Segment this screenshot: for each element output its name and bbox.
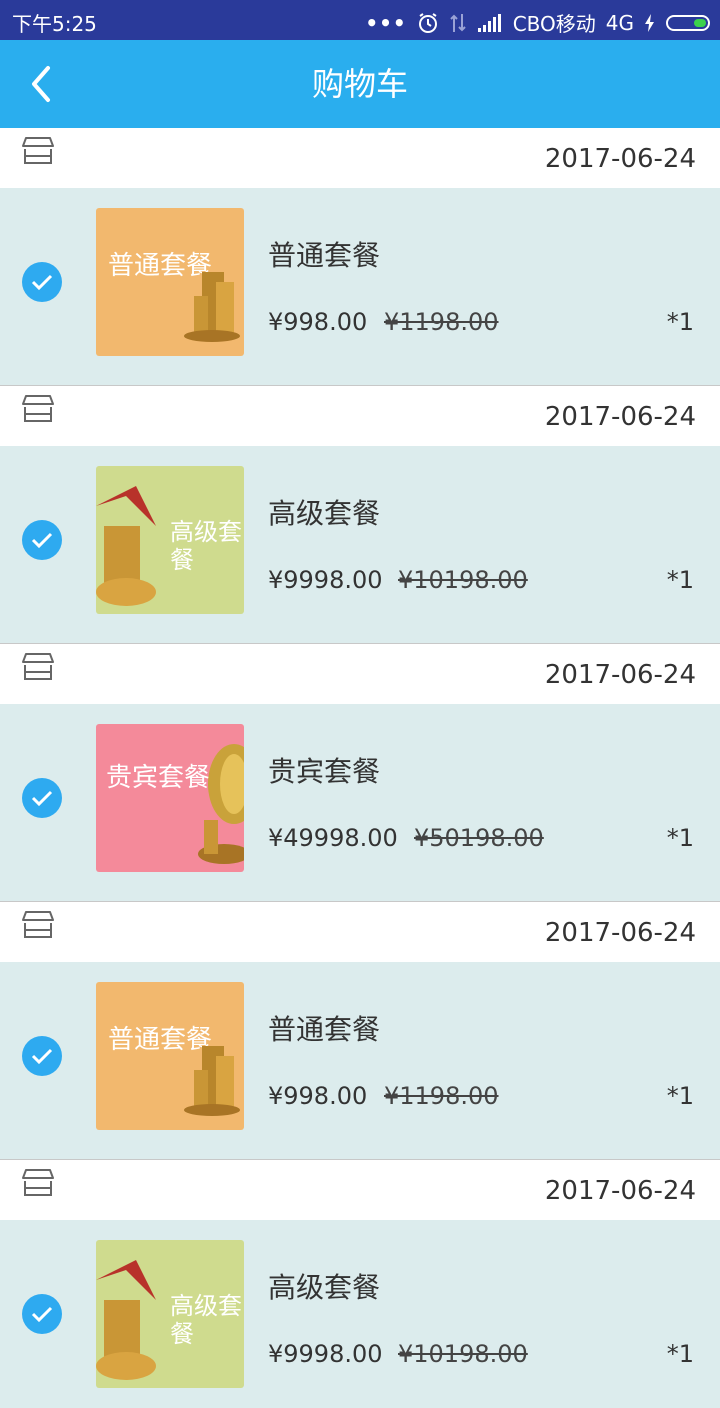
original-price: ¥10198.00 [398, 1340, 528, 1368]
product-quantity: *1 [666, 566, 694, 594]
store-icon [22, 395, 54, 422]
golden-globe-image [198, 744, 244, 864]
group-header: 2017-06-24 [0, 644, 720, 704]
thumbnail-label: 高级套餐 [170, 1292, 242, 1348]
product-thumbnail[interactable]: 普通套餐 [96, 982, 244, 1130]
charging-icon [645, 13, 654, 32]
page-title: 购物车 [311, 65, 408, 103]
original-price: ¥10198.00 [398, 566, 528, 594]
store-icon [22, 1169, 54, 1196]
order-date: 2017-06-24 [544, 1176, 696, 1206]
product-thumbnail[interactable]: 高级套餐 [96, 1240, 244, 1388]
gold-coins-image [96, 1260, 156, 1380]
product-thumbnail[interactable]: 普通套餐 [96, 208, 244, 356]
divider [0, 1150, 720, 1160]
checkmark-icon [31, 790, 53, 807]
carrier-name: CBO移动 [512, 12, 596, 36]
product-thumbnail[interactable]: 高级套餐 [96, 466, 244, 614]
cart-item[interactable]: 高级套餐 高级套餐 ¥9998.00 ¥10198.00 *1 [0, 1220, 720, 1408]
product-quantity: *1 [666, 1082, 694, 1110]
status-time: 下午5:25 [12, 12, 97, 36]
checkbox-checked[interactable] [22, 1294, 62, 1334]
gold-bars-image [184, 272, 240, 342]
thumbnail-label: 高级套餐 [170, 518, 242, 574]
product-name: 普通套餐 [268, 1013, 381, 1046]
checkmark-icon [31, 532, 53, 549]
checkbox-checked[interactable] [22, 262, 62, 302]
gold-coins-image [96, 486, 156, 606]
group-header: 2017-06-24 [0, 902, 720, 962]
app-header: 购物车 [0, 40, 720, 128]
cart-list: 2017-06-24 普通套餐 普通套餐 ¥998.00 ¥1198.00 *1… [0, 128, 720, 1408]
product-name: 普通套餐 [268, 239, 381, 272]
data-transfer-icon [449, 13, 466, 32]
alarm-icon [418, 12, 437, 33]
store-icon [22, 653, 54, 680]
gold-bars-image [184, 1046, 240, 1116]
product-price: ¥998.00 [268, 1082, 368, 1110]
checkbox-checked[interactable] [22, 520, 62, 560]
group-header: 2017-06-24 [0, 386, 720, 446]
original-price: ¥1198.00 [384, 308, 499, 336]
status-icons: ••• CBO移动 4G [365, 8, 710, 37]
order-date: 2017-06-24 [544, 660, 696, 690]
order-date: 2017-06-24 [544, 402, 696, 432]
product-price: ¥998.00 [268, 308, 368, 336]
cart-item[interactable]: 贵宾套餐 贵宾套餐 ¥49998.00 ¥50198.00 *1 [0, 704, 720, 892]
cart-group: 2017-06-24 普通套餐 普通套餐 ¥998.00 ¥1198.00 *1 [0, 128, 720, 386]
cart-group: 2017-06-24 贵宾套餐 贵宾套餐 ¥49998.00 ¥50198.00… [0, 644, 720, 902]
product-name: 贵宾套餐 [268, 755, 381, 788]
product-price: ¥49998.00 [268, 824, 398, 852]
product-name: 高级套餐 [268, 497, 381, 530]
checkmark-icon [31, 1048, 53, 1065]
cart-item[interactable]: 普通套餐 普通套餐 ¥998.00 ¥1198.00 *1 [0, 188, 720, 376]
order-date: 2017-06-24 [544, 144, 696, 174]
notification-dots-icon: ••• [365, 10, 407, 35]
product-price: ¥9998.00 [268, 566, 383, 594]
cart-group: 2017-06-24 普通套餐 普通套餐 ¥998.00 ¥1198.00 *1 [0, 902, 720, 1160]
divider [0, 892, 720, 902]
divider [0, 376, 720, 386]
product-quantity: *1 [666, 308, 694, 336]
group-header: 2017-06-24 [0, 128, 720, 188]
group-header: 2017-06-24 [0, 1160, 720, 1220]
checkbox-checked[interactable] [22, 1036, 62, 1076]
original-price: ¥1198.00 [384, 1082, 499, 1110]
checkbox-checked[interactable] [22, 778, 62, 818]
checkmark-icon [31, 274, 53, 291]
original-price: ¥50198.00 [414, 824, 544, 852]
cart-item[interactable]: 普通套餐 普通套餐 ¥998.00 ¥1198.00 *1 [0, 962, 720, 1150]
product-name: 高级套餐 [268, 1271, 381, 1304]
network-type: 4G [605, 10, 634, 35]
order-date: 2017-06-24 [544, 918, 696, 948]
product-price: ¥9998.00 [268, 1340, 383, 1368]
store-icon [22, 137, 54, 164]
status-bar: 下午5:25 ••• CBO移动 4G [0, 0, 720, 40]
store-icon [22, 911, 54, 938]
battery-icon [666, 14, 710, 31]
product-thumbnail[interactable]: 贵宾套餐 [96, 724, 244, 872]
cart-item[interactable]: 高级套餐 高级套餐 ¥9998.00 ¥10198.00 *1 [0, 446, 720, 634]
product-quantity: *1 [666, 1340, 694, 1368]
checkmark-icon [31, 1306, 53, 1323]
cart-group: 2017-06-24 高级套餐 高级套餐 ¥9998.00 ¥10198.00 … [0, 1160, 720, 1408]
divider [0, 634, 720, 644]
signal-icon [477, 13, 501, 32]
cart-group: 2017-06-24 高级套餐 高级套餐 ¥9998.00 ¥10198.00 … [0, 386, 720, 644]
product-quantity: *1 [666, 824, 694, 852]
